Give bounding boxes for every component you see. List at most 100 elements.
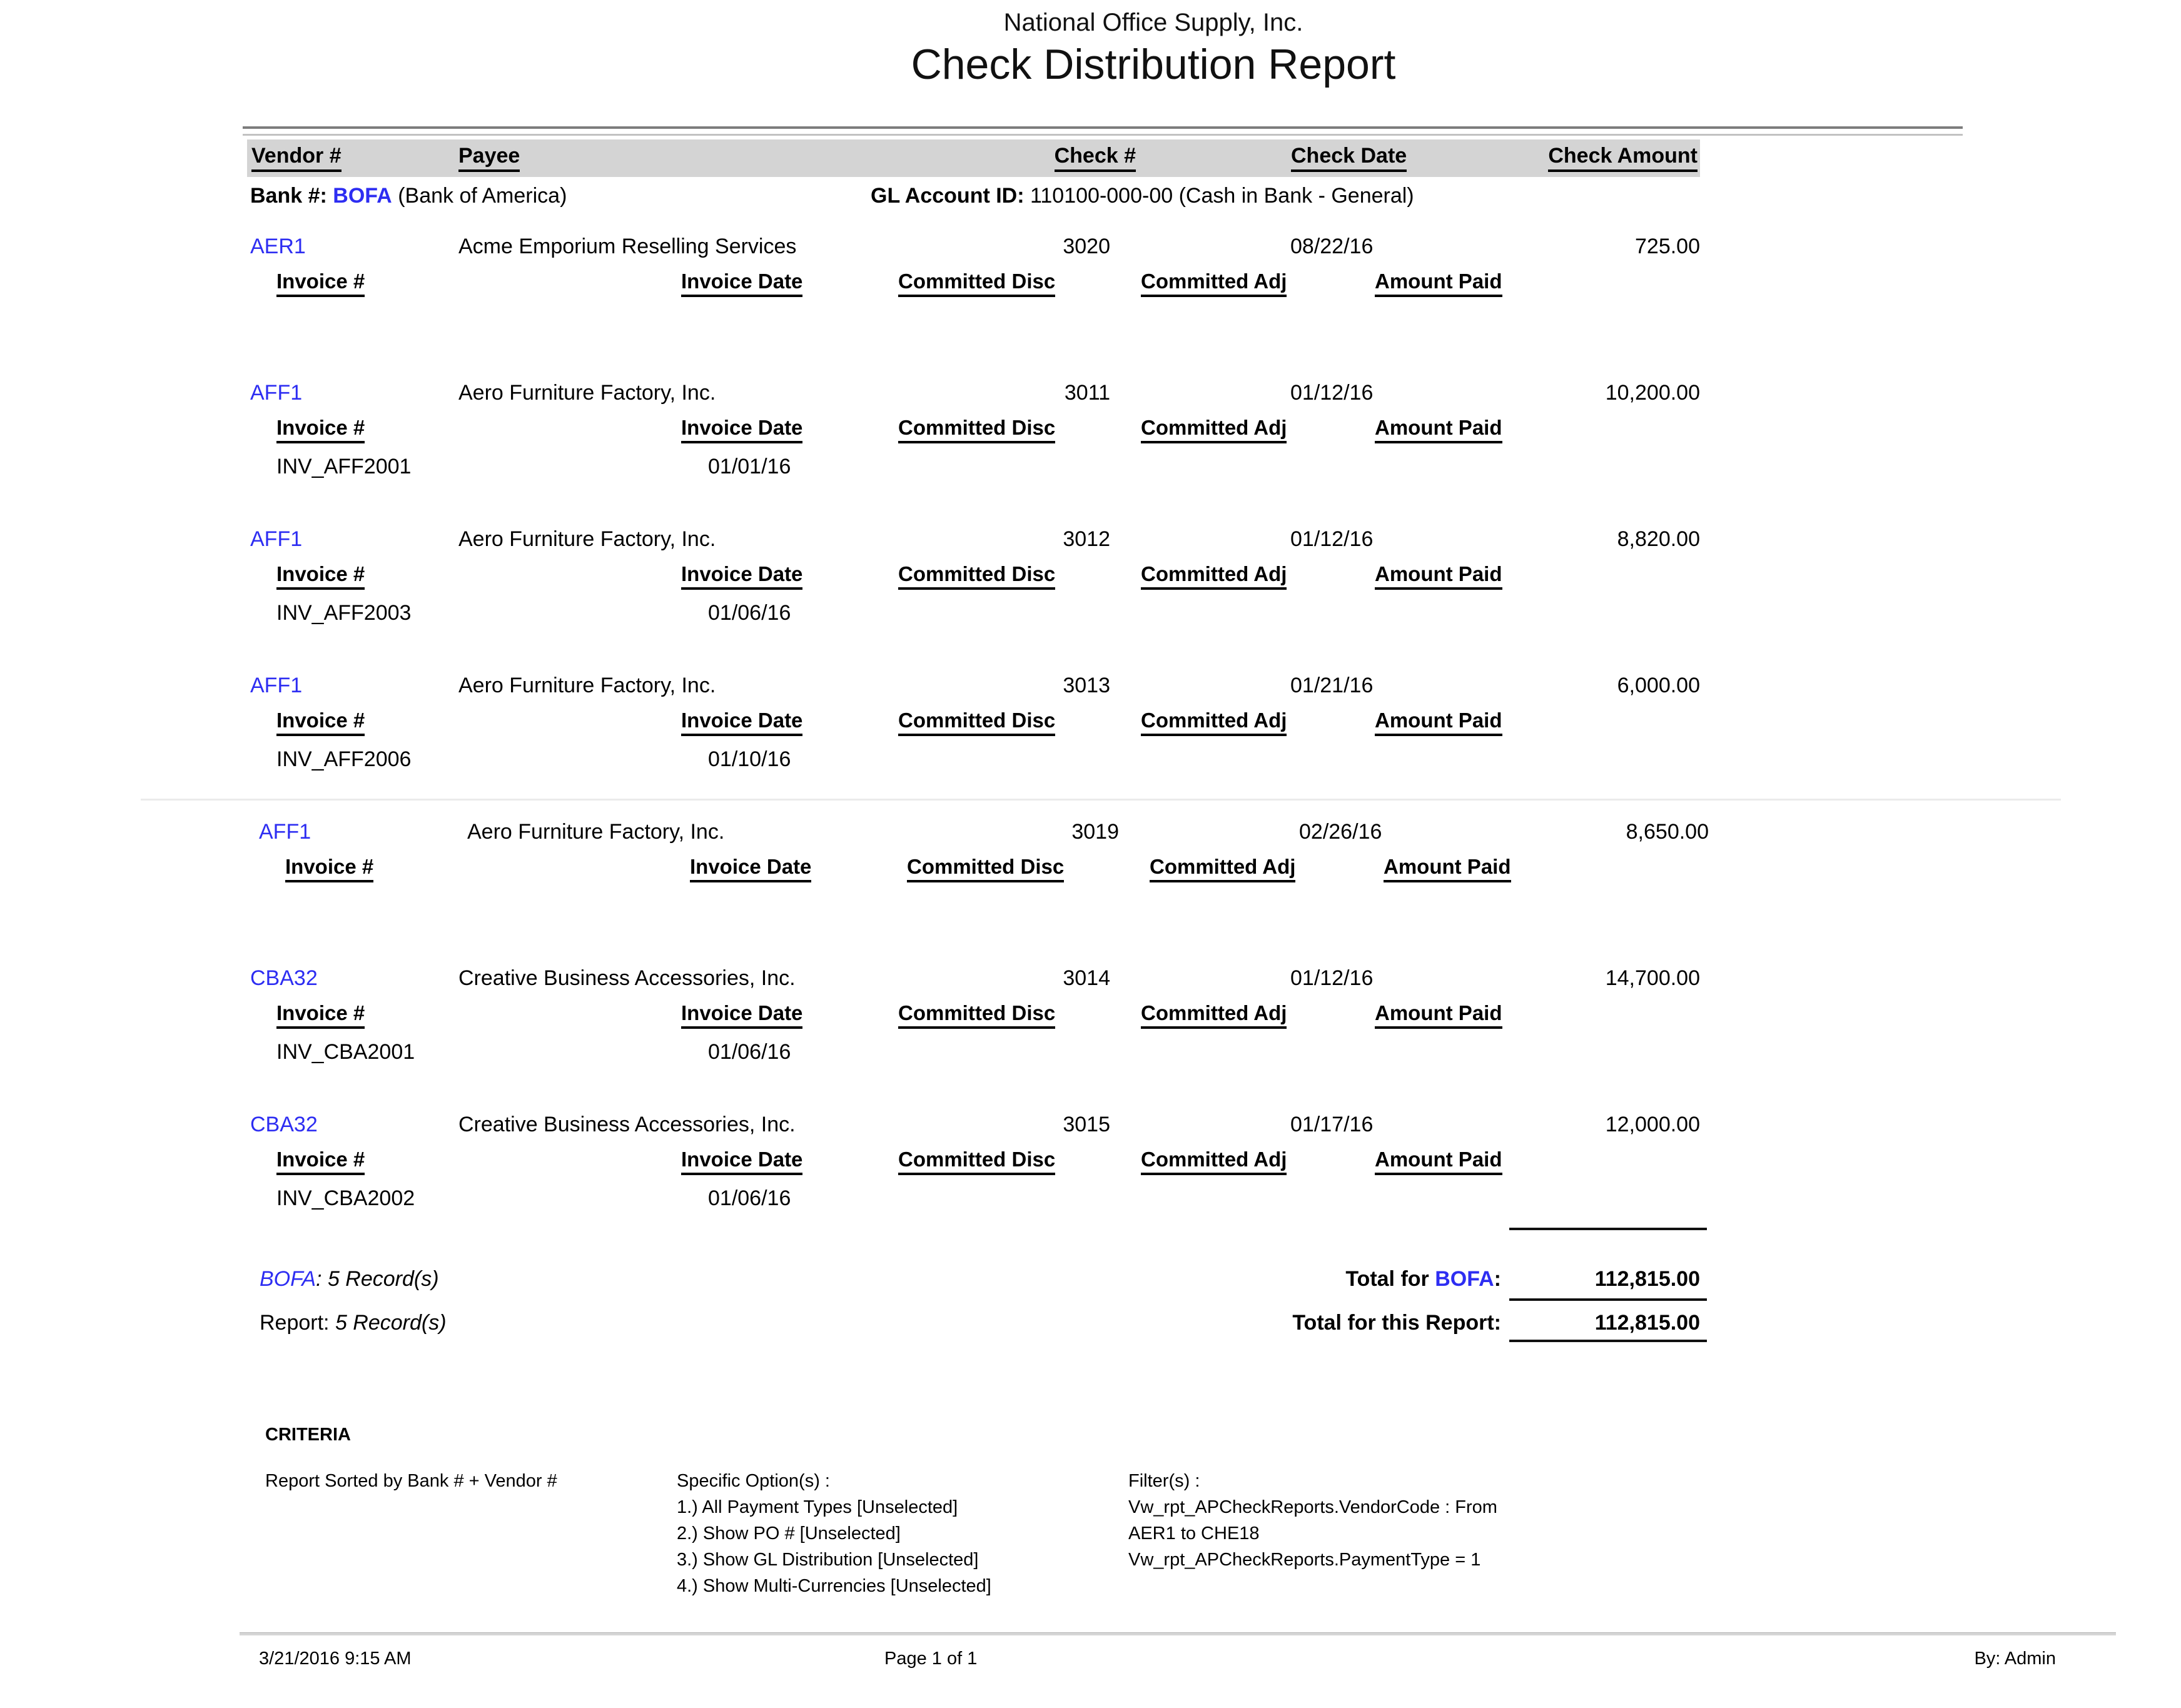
criteria-options: Specific Option(s) : 1.) All Payment Typ… [677, 1471, 991, 1602]
subcol-invoice-number: Invoice # [276, 562, 365, 590]
subcol-invoice-number: Invoice # [276, 270, 365, 297]
check-amount: 8,650.00 [1626, 820, 1709, 844]
check-row: CBA32 Creative Business Accessories, Inc… [247, 1113, 1700, 1140]
bank-code-link[interactable]: BOFA [333, 184, 392, 208]
bank-total-colon: : [1494, 1267, 1501, 1291]
report-total-row: Report: 5 Record(s) Total for this Repor… [247, 1311, 1700, 1338]
bank-code-summary-link[interactable]: BOFA [260, 1267, 316, 1291]
subcol-invoice-number: Invoice # [285, 855, 373, 882]
check-date: 02/26/16 [1299, 820, 1382, 844]
invoice-subheader-row: Invoice # Invoice Date Committed Disc Co… [247, 1001, 1700, 1031]
check-number: 3020 [873, 235, 1110, 259]
subcol-committed-adj: Committed Adj [1141, 416, 1287, 443]
invoice-date: 01/01/16 [708, 455, 791, 479]
check-amount: 6,000.00 [1617, 674, 1700, 698]
col-header-check-date: Check Date [1291, 144, 1407, 172]
bank-name: (Bank of America) [398, 184, 567, 208]
page-title: Check Distribution Report [247, 40, 2060, 89]
payee-name: Aero Furniture Factory, Inc. [467, 820, 724, 844]
payee-name: Aero Furniture Factory, Inc. [458, 674, 716, 698]
subcol-invoice-date: Invoice Date [681, 1001, 802, 1029]
subcol-committed-disc: Committed Disc [898, 709, 1055, 736]
invoice-number: INV_AFF2006 [276, 747, 411, 772]
bank-total-code-link[interactable]: BOFA [1435, 1267, 1494, 1291]
subcol-invoice-number: Invoice # [276, 1001, 365, 1029]
vendor-code-link[interactable]: CBA32 [250, 966, 318, 991]
check-row: CBA32 Creative Business Accessories, Inc… [247, 966, 1700, 994]
option-item: 4.) Show Multi-Currencies [Unselected] [677, 1576, 991, 1602]
report-total-amount: 112,815.00 [1595, 1311, 1700, 1335]
subcol-amount-paid: Amount Paid [1375, 709, 1502, 736]
subcol-invoice-date: Invoice Date [681, 416, 802, 443]
bank-group-line: Bank #: BOFA (Bank of America) GL Accoun… [247, 184, 1700, 211]
subcol-amount-paid: Amount Paid [1384, 855, 1511, 882]
invoice-number: INV_CBA2001 [276, 1040, 415, 1064]
subcol-committed-disc: Committed Disc [898, 1001, 1055, 1029]
subcol-committed-adj: Committed Adj [1150, 855, 1295, 882]
subcol-amount-paid: Amount Paid [1375, 270, 1502, 297]
check-number: 3013 [873, 674, 1110, 698]
payee-name: Creative Business Accessories, Inc. [458, 966, 796, 991]
vendor-code-link[interactable]: AFF1 [250, 674, 302, 698]
criteria-sort-info: Report Sorted by Bank # + Vendor # [265, 1471, 557, 1497]
subcol-invoice-date: Invoice Date [681, 270, 802, 297]
subcol-invoice-number: Invoice # [276, 1148, 365, 1175]
vendor-code-link[interactable]: AER1 [250, 235, 306, 259]
invoice-lines: INV_CBA2002 01/06/16 [247, 1186, 1700, 1215]
check-date: 01/12/16 [1290, 381, 1373, 405]
check-records-list: AER1 Acme Emporium Reselling Services 30… [247, 235, 1700, 1259]
invoice-lines: INV_AFF2003 01/06/16 [247, 601, 1700, 630]
vendor-code-link[interactable]: AFF1 [250, 527, 302, 552]
subcol-invoice-number: Invoice # [276, 709, 365, 736]
footer-divider [240, 1632, 2116, 1635]
company-name: National Office Supply, Inc. [247, 9, 2060, 37]
check-amount: 725.00 [1635, 235, 1700, 259]
bank-record-count-text: : 5 Record(s) [316, 1267, 439, 1291]
filter-item: AER1 to CHE18 [1128, 1524, 1497, 1550]
criteria-heading: CRITERIA [265, 1425, 351, 1445]
check-record-block: CBA32 Creative Business Accessories, Inc… [247, 966, 1700, 1113]
invoice-subheader-row: Invoice # Invoice Date Committed Disc Co… [247, 416, 1700, 446]
filter-item: Vw_rpt_APCheckReports.VendorCode : From [1128, 1497, 1497, 1524]
check-amount: 12,000.00 [1606, 1113, 1700, 1137]
subcol-committed-adj: Committed Adj [1141, 1001, 1287, 1029]
check-row: AFF1 Aero Furniture Factory, Inc. 3013 0… [247, 674, 1700, 701]
subcol-committed-disc: Committed Disc [898, 270, 1055, 297]
bank-label: Bank #: [250, 184, 327, 208]
subcol-amount-paid: Amount Paid [1375, 1148, 1502, 1175]
title-divider-bottom [243, 134, 1963, 136]
check-record-block: AFF1 Aero Furniture Factory, Inc. 3011 0… [247, 381, 1700, 527]
subcol-committed-adj: Committed Adj [1141, 709, 1287, 736]
vendor-code-link[interactable]: AFF1 [250, 381, 302, 405]
subcol-invoice-date: Invoice Date [681, 709, 802, 736]
invoice-subheader-row: Invoice # Invoice Date Committed Disc Co… [256, 855, 1709, 885]
invoice-line: INV_AFF2003 01/06/16 [247, 601, 1700, 630]
col-header-check-amount: Check Amount [1548, 144, 1698, 172]
footer-run-by: By: Admin [1974, 1649, 2056, 1669]
invoice-subheader-row: Invoice # Invoice Date Committed Disc Co… [247, 1148, 1700, 1178]
payee-name: Aero Furniture Factory, Inc. [458, 527, 716, 552]
check-number: 3019 [881, 820, 1119, 844]
bank-record-count: BOFA: 5 Record(s) [260, 1267, 439, 1291]
col-header-payee: Payee [458, 144, 520, 172]
check-distribution-report-page: National Office Supply, Inc. Check Distr… [0, 0, 2181, 1708]
payee-name: Aero Furniture Factory, Inc. [458, 381, 716, 405]
vendor-code-link[interactable]: AFF1 [259, 820, 311, 844]
subcol-committed-disc: Committed Disc [898, 562, 1055, 590]
check-amount: 8,820.00 [1617, 527, 1700, 552]
invoice-number: INV_AFF2001 [276, 455, 411, 479]
invoice-subheader-row: Invoice # Invoice Date Committed Disc Co… [247, 562, 1700, 592]
check-date: 01/12/16 [1290, 966, 1373, 991]
report-footer: 3/21/2016 9:15 AM Page 1 of 1 By: Admin [0, 1649, 2181, 1676]
bank-total-row: BOFA: 5 Record(s) Total for BOFA: 112,81… [247, 1267, 1700, 1295]
invoice-subheader-row: Invoice # Invoice Date Committed Disc Co… [247, 709, 1700, 739]
footer-datetime: 3/21/2016 9:15 AM [259, 1649, 411, 1669]
option-item: 1.) All Payment Types [Unselected] [677, 1497, 991, 1524]
check-number: 3014 [873, 966, 1110, 991]
bank-total-label: Total for BOFA: [1345, 1267, 1501, 1291]
vendor-code-link[interactable]: CBA32 [250, 1113, 318, 1137]
check-record-block: AER1 Acme Emporium Reselling Services 30… [247, 235, 1700, 381]
subcol-invoice-number: Invoice # [276, 416, 365, 443]
check-number: 3011 [873, 381, 1110, 405]
invoice-line: INV_AFF2006 01/10/16 [247, 747, 1700, 776]
